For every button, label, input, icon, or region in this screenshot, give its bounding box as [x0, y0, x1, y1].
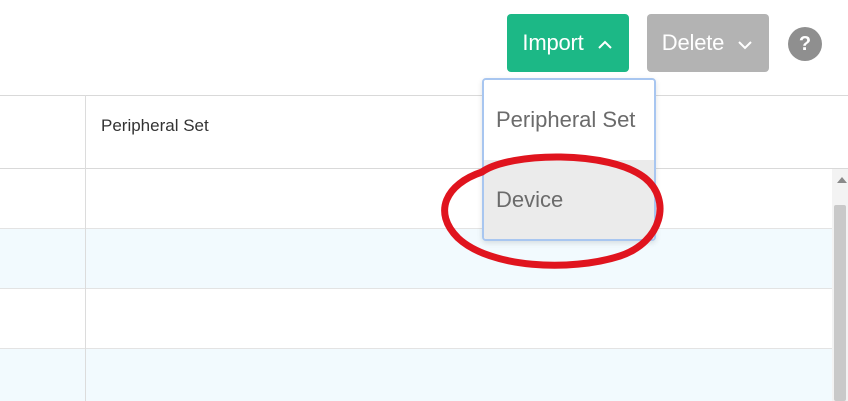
- scroll-up-arrow-icon[interactable]: [837, 177, 847, 183]
- data-table: Peripheral Set: [0, 95, 848, 401]
- menu-item-label: Peripheral Set: [496, 107, 636, 132]
- delete-button[interactable]: Delete: [647, 14, 769, 72]
- page: Import Delete ? Peripheral Set Periphera…: [0, 0, 848, 401]
- help-icon-glyph: ?: [798, 32, 812, 55]
- table-header-row: Peripheral Set: [0, 95, 848, 169]
- column-header-peripheral-set[interactable]: Peripheral Set: [101, 116, 209, 136]
- menu-item-peripheral-set[interactable]: Peripheral Set: [484, 80, 654, 160]
- table-row[interactable]: [0, 289, 832, 349]
- import-dropdown-menu: Peripheral Set Device: [482, 78, 656, 241]
- import-button[interactable]: Import: [507, 14, 629, 72]
- menu-item-label: Device: [496, 187, 564, 212]
- table-row[interactable]: [0, 349, 832, 401]
- menu-item-device[interactable]: Device: [484, 160, 654, 239]
- table-row[interactable]: [0, 169, 832, 229]
- column-divider: [85, 95, 86, 401]
- chevron-up-icon: [596, 34, 614, 52]
- help-icon[interactable]: ?: [788, 27, 822, 61]
- scrollbar-thumb[interactable]: [834, 205, 846, 401]
- delete-button-label: Delete: [661, 30, 725, 55]
- chevron-down-icon: [736, 34, 754, 52]
- import-button-label: Import: [522, 30, 584, 55]
- table-row[interactable]: [0, 229, 832, 289]
